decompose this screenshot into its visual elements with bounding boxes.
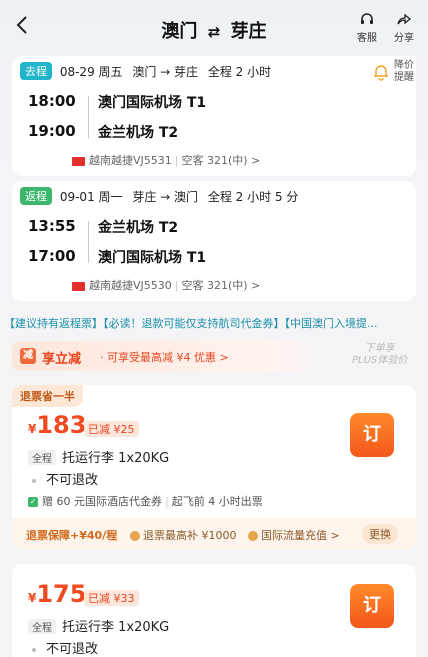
promo-banner[interactable]: 减 享立减 · 可享受最高减 ¥4 优惠 > (12, 341, 332, 371)
fare-baggage: 全程 托运行李 1x20KG (28, 616, 169, 635)
refund-guarantee-bar[interactable]: 退票保障+¥40/程 退票最高补 ¥1000 国际流量充值 > 更换 (12, 518, 416, 550)
plus-line-2: PLUS体验价 (352, 355, 408, 366)
return-duration: 全程 2 小时 5 分 (207, 189, 299, 204)
gift-text: 赠 60 元国际酒店代金券 (42, 495, 162, 508)
swap-icon: ⇄ (207, 23, 221, 41)
share-label: 分享 (394, 33, 414, 44)
price-alert-button[interactable]: 降价 提醒 (366, 56, 416, 90)
price-alert-label-1: 降价 (394, 60, 414, 71)
header: 澳门 ⇄ 芽庄 客服 分享 (0, 0, 428, 56)
refund-text: 不可退改 (46, 473, 99, 488)
outbound-dep-time: 18:00 (28, 92, 76, 110)
fare-tag: 全程 (28, 619, 56, 634)
airline-logo-icon (72, 156, 85, 166)
outbound-duration: 全程 2 小时 (207, 64, 272, 79)
guarantee-title: 退票保障+¥40/程 (26, 529, 118, 542)
travel-notice[interactable]: 【建议持有返程票】【必读！退款可能仅支持航司代金券】【中国澳门入境提... (4, 315, 424, 331)
plus-price-hint: 下单享 PLUS体验价 (352, 343, 407, 367)
baggage-text: 托运行李 1x20KG (62, 620, 170, 635)
outbound-dep-airport: 澳门国际机场 T1 (98, 95, 207, 111)
gift-info: ✓ 赠 60 元国际酒店代金券 | 起飞前 4 小时出票 (28, 495, 263, 508)
promo-subtitle: · 可享受最高减 ¥4 优惠 > (100, 351, 229, 364)
shield-icon (130, 531, 140, 541)
reduced-badge: 已减 ¥25 (84, 421, 139, 437)
baggage-text: 托运行李 1x20KG (62, 451, 170, 466)
outbound-card: 去程 08-29 周五 澳门 → 芽庄 全程 2 小时 18:00 澳门国际机场… (12, 56, 416, 176)
destination-city: 芽庄 (230, 21, 267, 42)
return-aircraft: 空客 321(中) (181, 279, 248, 292)
fare-tag: 全程 (28, 450, 56, 465)
bell-icon (374, 65, 388, 81)
refund-policy: 不可退改 (28, 638, 98, 657)
change-button[interactable]: 更换 (362, 524, 398, 544)
return-airline: 越南越捷VJ5530 (89, 279, 172, 292)
return-summary: 返程 09-01 周一 芽庄 → 澳门 全程 2 小时 5 分 (20, 187, 298, 205)
share-button[interactable]: 分享 (389, 12, 419, 44)
return-dep-time: 13:55 (28, 217, 76, 235)
offer-price: ¥183 (28, 411, 86, 439)
origin-city: 澳门 (161, 21, 198, 42)
outbound-aircraft: 空客 321(中) (181, 154, 248, 167)
price-value: 183 (36, 411, 87, 439)
outbound-summary: 去程 08-29 周五 澳门 → 芽庄 全程 2 小时 (20, 62, 271, 80)
return-date: 09-01 周一 (59, 189, 123, 204)
discount-icon: 减 (20, 348, 36, 364)
book-button[interactable]: 订 (350, 584, 394, 628)
outbound-route: 澳门 → 芽庄 (132, 64, 199, 79)
return-card: 返程 09-01 周一 芽庄 → 澳门 全程 2 小时 5 分 13:55 金兰… (12, 181, 416, 301)
return-tag: 返程 (20, 187, 52, 205)
headset-icon (361, 13, 373, 24)
guarantee-items: 退票最高补 ¥1000 国际流量充值 > (130, 527, 340, 543)
return-airline-info[interactable]: 越南越捷VJ5530 | 空客 321(中) > (72, 277, 260, 293)
share-icon (397, 13, 412, 25)
offer-card[interactable]: ¥175 已减 ¥33 订 全程 托运行李 1x20KG 不可退改 (12, 564, 416, 657)
price-alert-label-2: 提醒 (394, 72, 414, 83)
offer-price: ¥175 (28, 580, 86, 608)
guarantee-item: 国际流量充值 > (261, 529, 340, 542)
price-value: 175 (36, 580, 87, 608)
customer-service-button[interactable]: 客服 (352, 12, 382, 44)
promo-title: 享立减 (42, 352, 82, 367)
offer-card[interactable]: 退票省一半 ¥183 已减 ¥25 订 全程 托运行李 1x20KG 不可退改 ✓… (12, 385, 416, 550)
airline-logo-icon (72, 281, 85, 291)
refund-policy: 不可退改 (28, 469, 98, 488)
outbound-airline: 越南越捷VJ5531 (89, 154, 172, 167)
ticketing-note: 起飞前 4 小时出票 (171, 495, 263, 508)
guarantee-item: 退票最高补 ¥1000 (143, 529, 237, 542)
refund-text: 不可退改 (46, 642, 99, 657)
refund-ribbon: 退票省一半 (12, 385, 83, 407)
service-label: 客服 (357, 33, 377, 44)
return-dep-airport: 金兰机场 T2 (98, 220, 179, 236)
outbound-arr-airport: 金兰机场 T2 (98, 125, 179, 141)
fare-baggage: 全程 托运行李 1x20KG (28, 447, 169, 466)
outbound-tag: 去程 (20, 62, 52, 80)
outbound-arr-time: 19:00 (28, 122, 76, 140)
outbound-airline-info[interactable]: 越南越捷VJ5531 | 空客 321(中) > (72, 152, 260, 168)
book-button[interactable]: 订 (350, 413, 394, 457)
chevron-right-icon: > (251, 279, 261, 292)
reduced-badge: 已减 ¥33 (84, 590, 139, 606)
return-timeline (88, 221, 89, 263)
chevron-right-icon: > (251, 154, 261, 167)
check-icon: ✓ (28, 497, 38, 507)
return-route: 芽庄 → 澳门 (132, 189, 199, 204)
outbound-timeline (88, 96, 89, 138)
plus-line-1: 下单享 (364, 343, 395, 354)
return-arr-airport: 澳门国际机场 T1 (98, 250, 207, 266)
shield-icon (248, 531, 258, 541)
price-alert-label: 降价 提醒 (394, 60, 414, 84)
outbound-date: 08-29 周五 (59, 64, 123, 79)
return-arr-time: 17:00 (28, 247, 76, 265)
